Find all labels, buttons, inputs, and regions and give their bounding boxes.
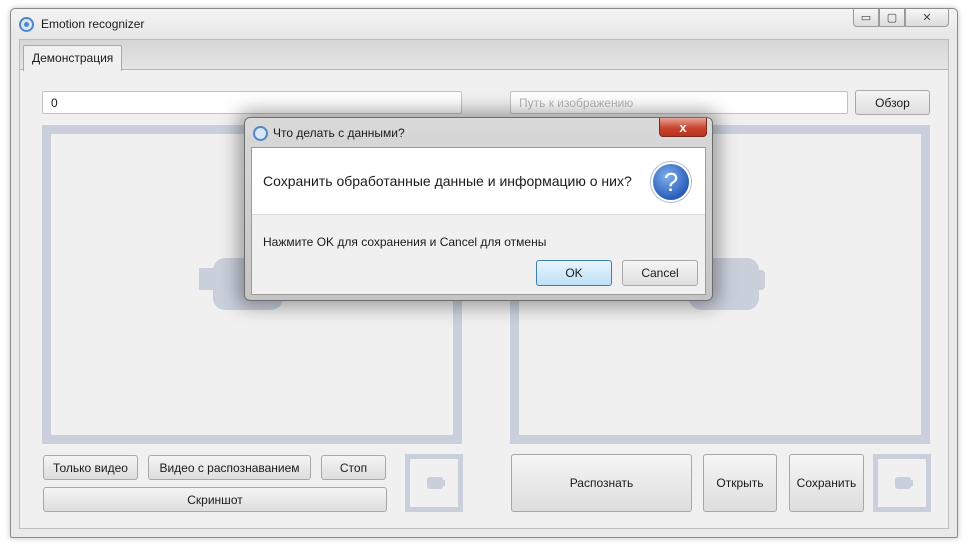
- window-title: Emotion recognizer: [41, 17, 145, 31]
- window-controls: ▭ ▢ ✕: [853, 9, 949, 27]
- maximize-button[interactable]: ▢: [879, 9, 905, 27]
- close-icon: ✕: [922, 12, 932, 24]
- browse-button[interactable]: Обзор: [855, 90, 930, 115]
- stop-button[interactable]: Стоп: [321, 455, 386, 480]
- dialog-title: Что делать с данными?: [273, 126, 405, 140]
- cancel-button[interactable]: Cancel: [622, 260, 698, 286]
- close-icon: x: [679, 119, 687, 135]
- dialog-question: Сохранить обработанные данные и информац…: [263, 173, 632, 189]
- dialog-body: Сохранить обработанные данные и информац…: [251, 147, 706, 295]
- dialog-message-area: Сохранить обработанные данные и информац…: [252, 148, 705, 215]
- video-recognition-button[interactable]: Видео с распознаванием: [148, 455, 311, 480]
- camera-index-input[interactable]: [42, 91, 462, 114]
- camera-thumbnail-icon: [895, 477, 913, 489]
- minimize-button[interactable]: ▭: [853, 9, 879, 27]
- maximize-icon: ▢: [886, 12, 898, 24]
- dialog-detail: Нажмите OK для сохранения и Cancel для о…: [263, 235, 547, 249]
- save-button[interactable]: Сохранить: [789, 454, 864, 512]
- camera-thumbnail-icon: [427, 477, 445, 489]
- tab-demonstration[interactable]: Демонстрация: [23, 45, 123, 71]
- dialog-close-button[interactable]: x: [659, 118, 707, 137]
- question-icon: ?: [651, 162, 691, 202]
- screenshot-button[interactable]: Скриншот: [43, 487, 387, 512]
- ok-button[interactable]: OK: [536, 260, 612, 286]
- tab-strip: Демонстрация: [20, 40, 948, 71]
- image-thumbnail: [873, 454, 931, 512]
- recognize-button[interactable]: Распознать: [511, 454, 692, 512]
- video-thumbnail: [405, 454, 463, 512]
- video-only-button[interactable]: Только видео: [43, 455, 138, 480]
- close-button[interactable]: ✕: [905, 9, 949, 27]
- open-button[interactable]: Открыть: [703, 454, 777, 512]
- save-data-dialog: Что делать с данными? x Сохранить обрабо…: [244, 117, 713, 301]
- dialog-app-icon: [253, 126, 268, 141]
- minimize-icon: ▭: [860, 12, 872, 24]
- title-bar: Emotion recognizer ▭ ▢ ✕: [11, 9, 957, 39]
- app-icon: [19, 17, 34, 32]
- image-path-input[interactable]: [510, 91, 848, 114]
